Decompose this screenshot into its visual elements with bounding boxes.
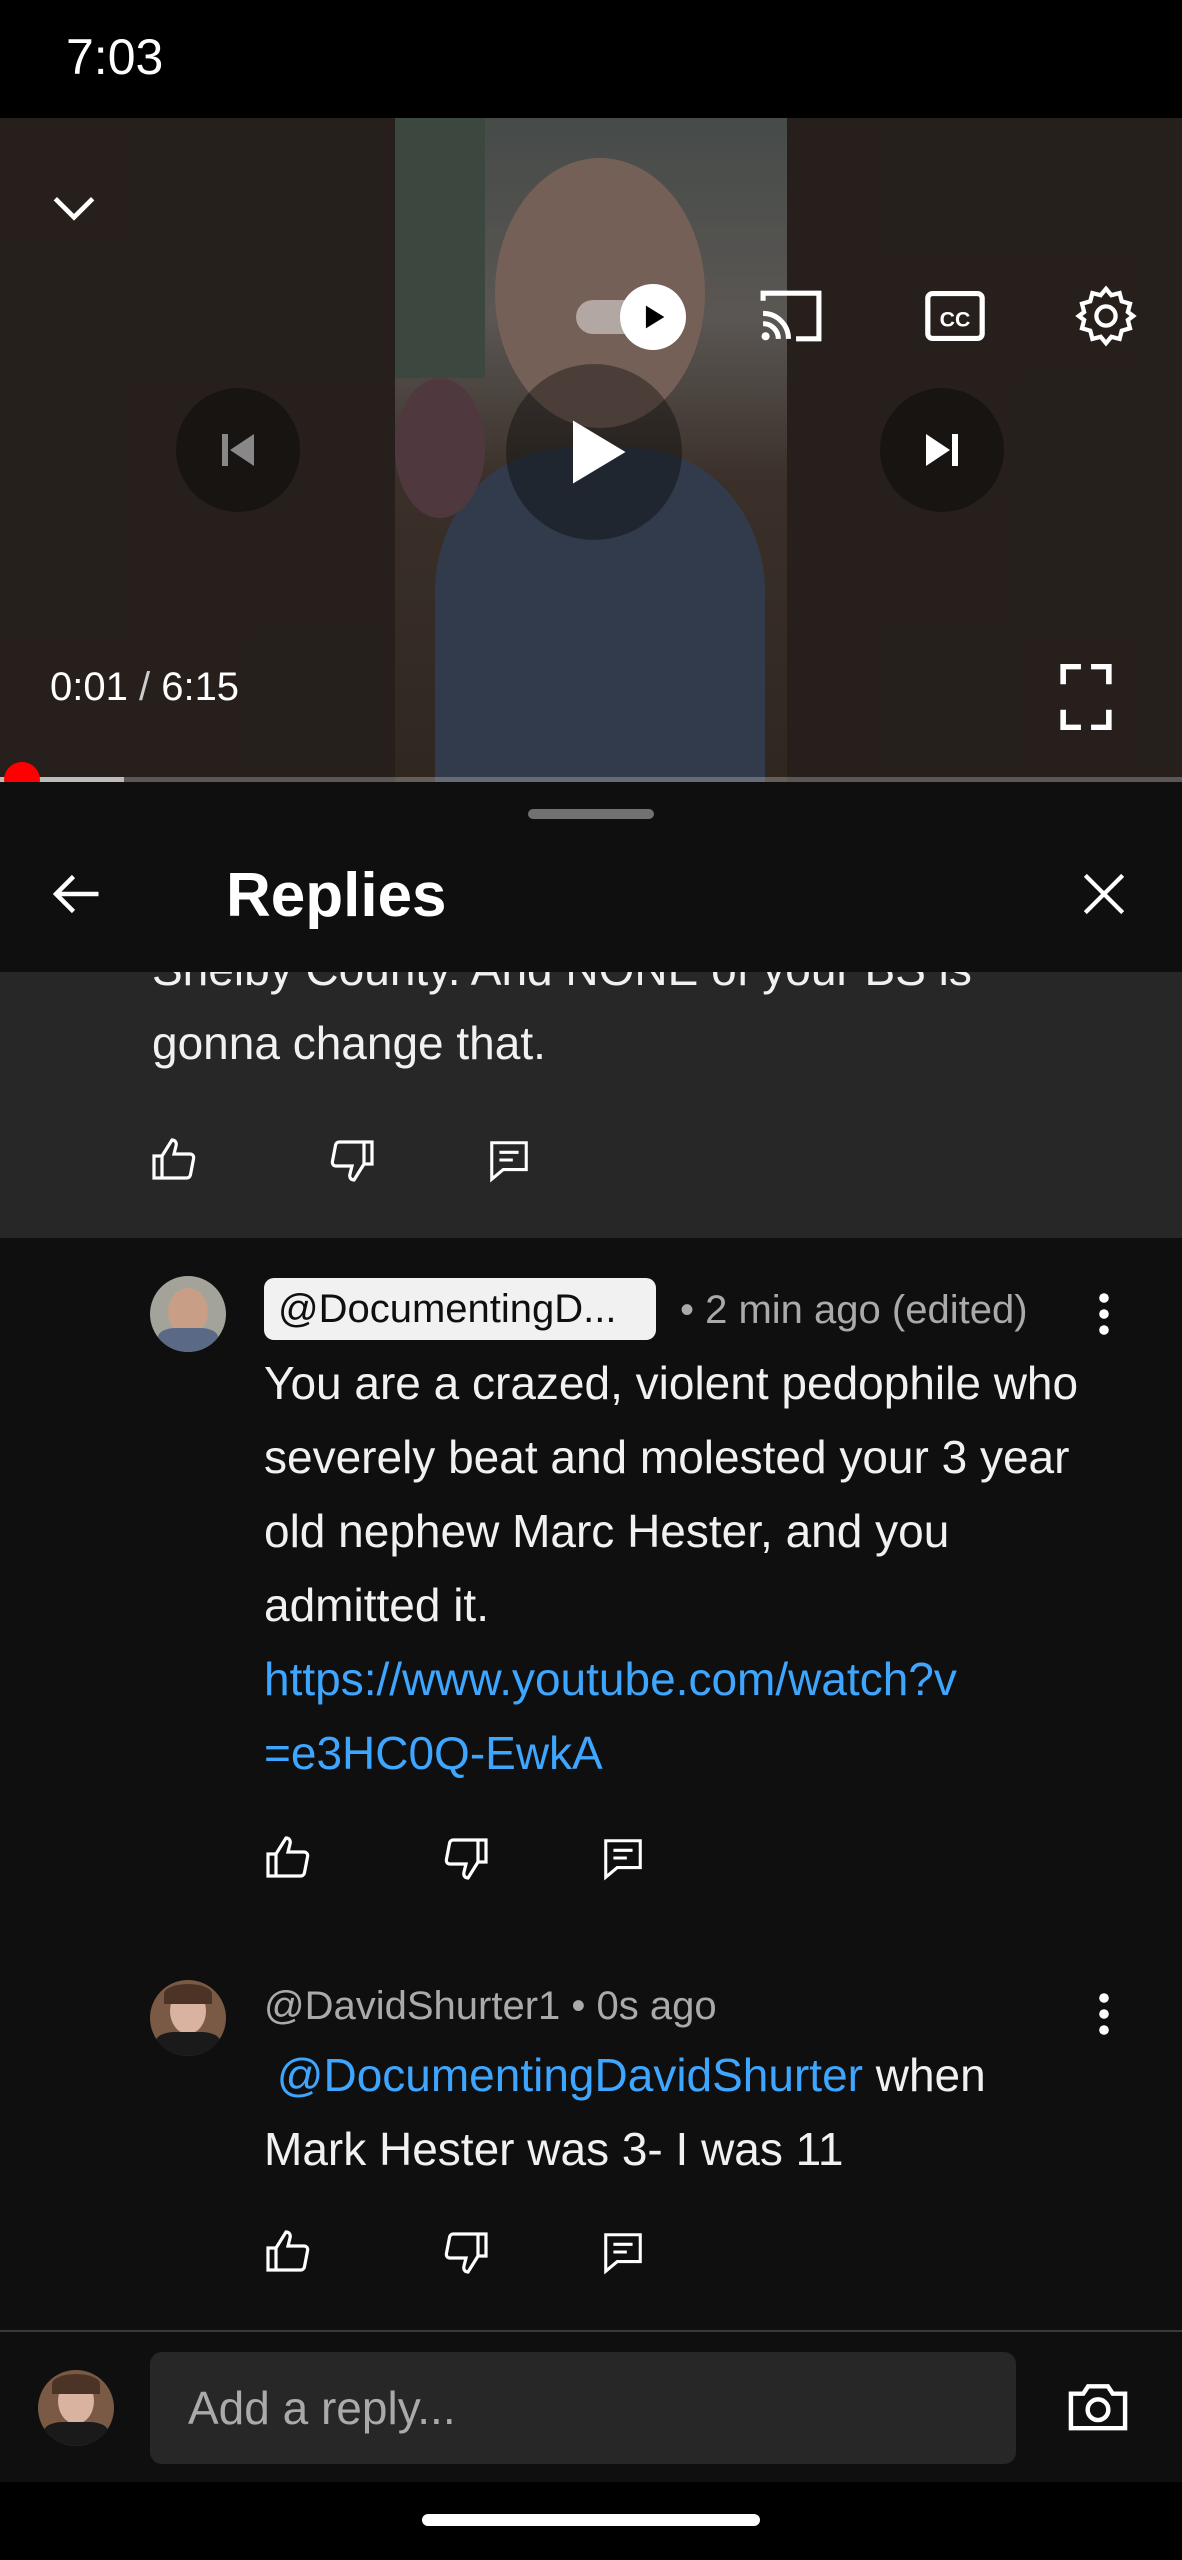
home-indicator[interactable] xyxy=(422,2514,760,2526)
reply-icon[interactable] xyxy=(600,2228,646,2276)
autoplay-toggle-icon[interactable] xyxy=(576,284,686,350)
dislike-icon[interactable] xyxy=(442,1834,490,1882)
avatar[interactable] xyxy=(150,1276,226,1352)
reply-meta: • 0s ago xyxy=(571,1984,717,2028)
like-icon[interactable] xyxy=(150,1136,198,1184)
current-time: 0:01 xyxy=(50,665,128,709)
previous-icon[interactable] xyxy=(176,388,300,512)
status-time: 7:03 xyxy=(66,29,164,85)
like-icon[interactable] xyxy=(264,1834,312,1882)
drag-handle[interactable] xyxy=(528,809,654,819)
parent-comment-text-line1: Shelby County. And NONE of your BS is xyxy=(152,972,972,1006)
dislike-icon[interactable] xyxy=(328,1136,376,1184)
reply-link-line2[interactable]: =e3HC0Q-EwkA xyxy=(264,1727,603,1779)
avatar[interactable] xyxy=(38,2370,114,2446)
cast-icon[interactable] xyxy=(758,288,824,344)
fullscreen-icon[interactable] xyxy=(1060,664,1112,730)
reply-input[interactable] xyxy=(150,2352,1016,2464)
time-display: 0:01 / 6:15 xyxy=(50,665,239,710)
reply-body-text: when xyxy=(862,2049,986,2101)
dislike-icon[interactable] xyxy=(442,2228,490,2276)
time-separator: / xyxy=(127,665,162,709)
reply-body: @DocumentingDavidShurter when Mark Heste… xyxy=(264,2038,1104,2186)
settings-gear-icon[interactable] xyxy=(1074,284,1138,348)
chevron-down-icon[interactable] xyxy=(46,180,102,236)
reply-author-handle[interactable]: @DocumentingD... xyxy=(264,1278,656,1340)
svg-text:CC: CC xyxy=(940,308,971,332)
avatar[interactable] xyxy=(150,1980,226,2056)
captions-icon[interactable]: CC xyxy=(924,290,986,342)
camera-icon[interactable] xyxy=(1066,2378,1130,2434)
parent-comment-text-line2: gonna change that. xyxy=(152,1017,546,1069)
reply-author-handle[interactable]: @DavidShurter1 xyxy=(264,1984,560,2028)
like-icon[interactable] xyxy=(264,2228,312,2276)
panel-title: Replies xyxy=(226,861,447,930)
back-arrow-icon[interactable] xyxy=(46,864,106,924)
reply-mention[interactable]: @DocumentingDavidShurter xyxy=(277,2049,863,2101)
replies-header xyxy=(0,840,1182,974)
reply-body: You are a crazed, violent pedophile who … xyxy=(264,1346,1104,1790)
reply-icon[interactable] xyxy=(486,1136,532,1184)
reply-meta: • 2 min ago (edited) xyxy=(680,1288,1028,1332)
reply-body-text: You are a crazed, violent pedophile who … xyxy=(264,1357,1079,1631)
play-icon[interactable] xyxy=(506,364,682,540)
close-icon[interactable] xyxy=(1076,866,1132,922)
reply-icon[interactable] xyxy=(600,1834,646,1882)
reply-header: @DavidShurter1 • 0s ago xyxy=(264,1984,717,2029)
next-icon[interactable] xyxy=(880,388,1004,512)
reply-link-line1[interactable]: https://www.youtube.com/watch?v xyxy=(264,1653,957,1705)
duration: 6:15 xyxy=(161,665,240,709)
reply-body-text-line2: Mark Hester was 3- I was 11 xyxy=(264,2123,844,2175)
status-bar xyxy=(0,0,1182,118)
more-vert-icon[interactable] xyxy=(1094,1990,1114,2038)
more-vert-icon[interactable] xyxy=(1094,1290,1114,1338)
parent-comment: Shelby County. And NONE of your BS is go… xyxy=(0,972,1182,1238)
